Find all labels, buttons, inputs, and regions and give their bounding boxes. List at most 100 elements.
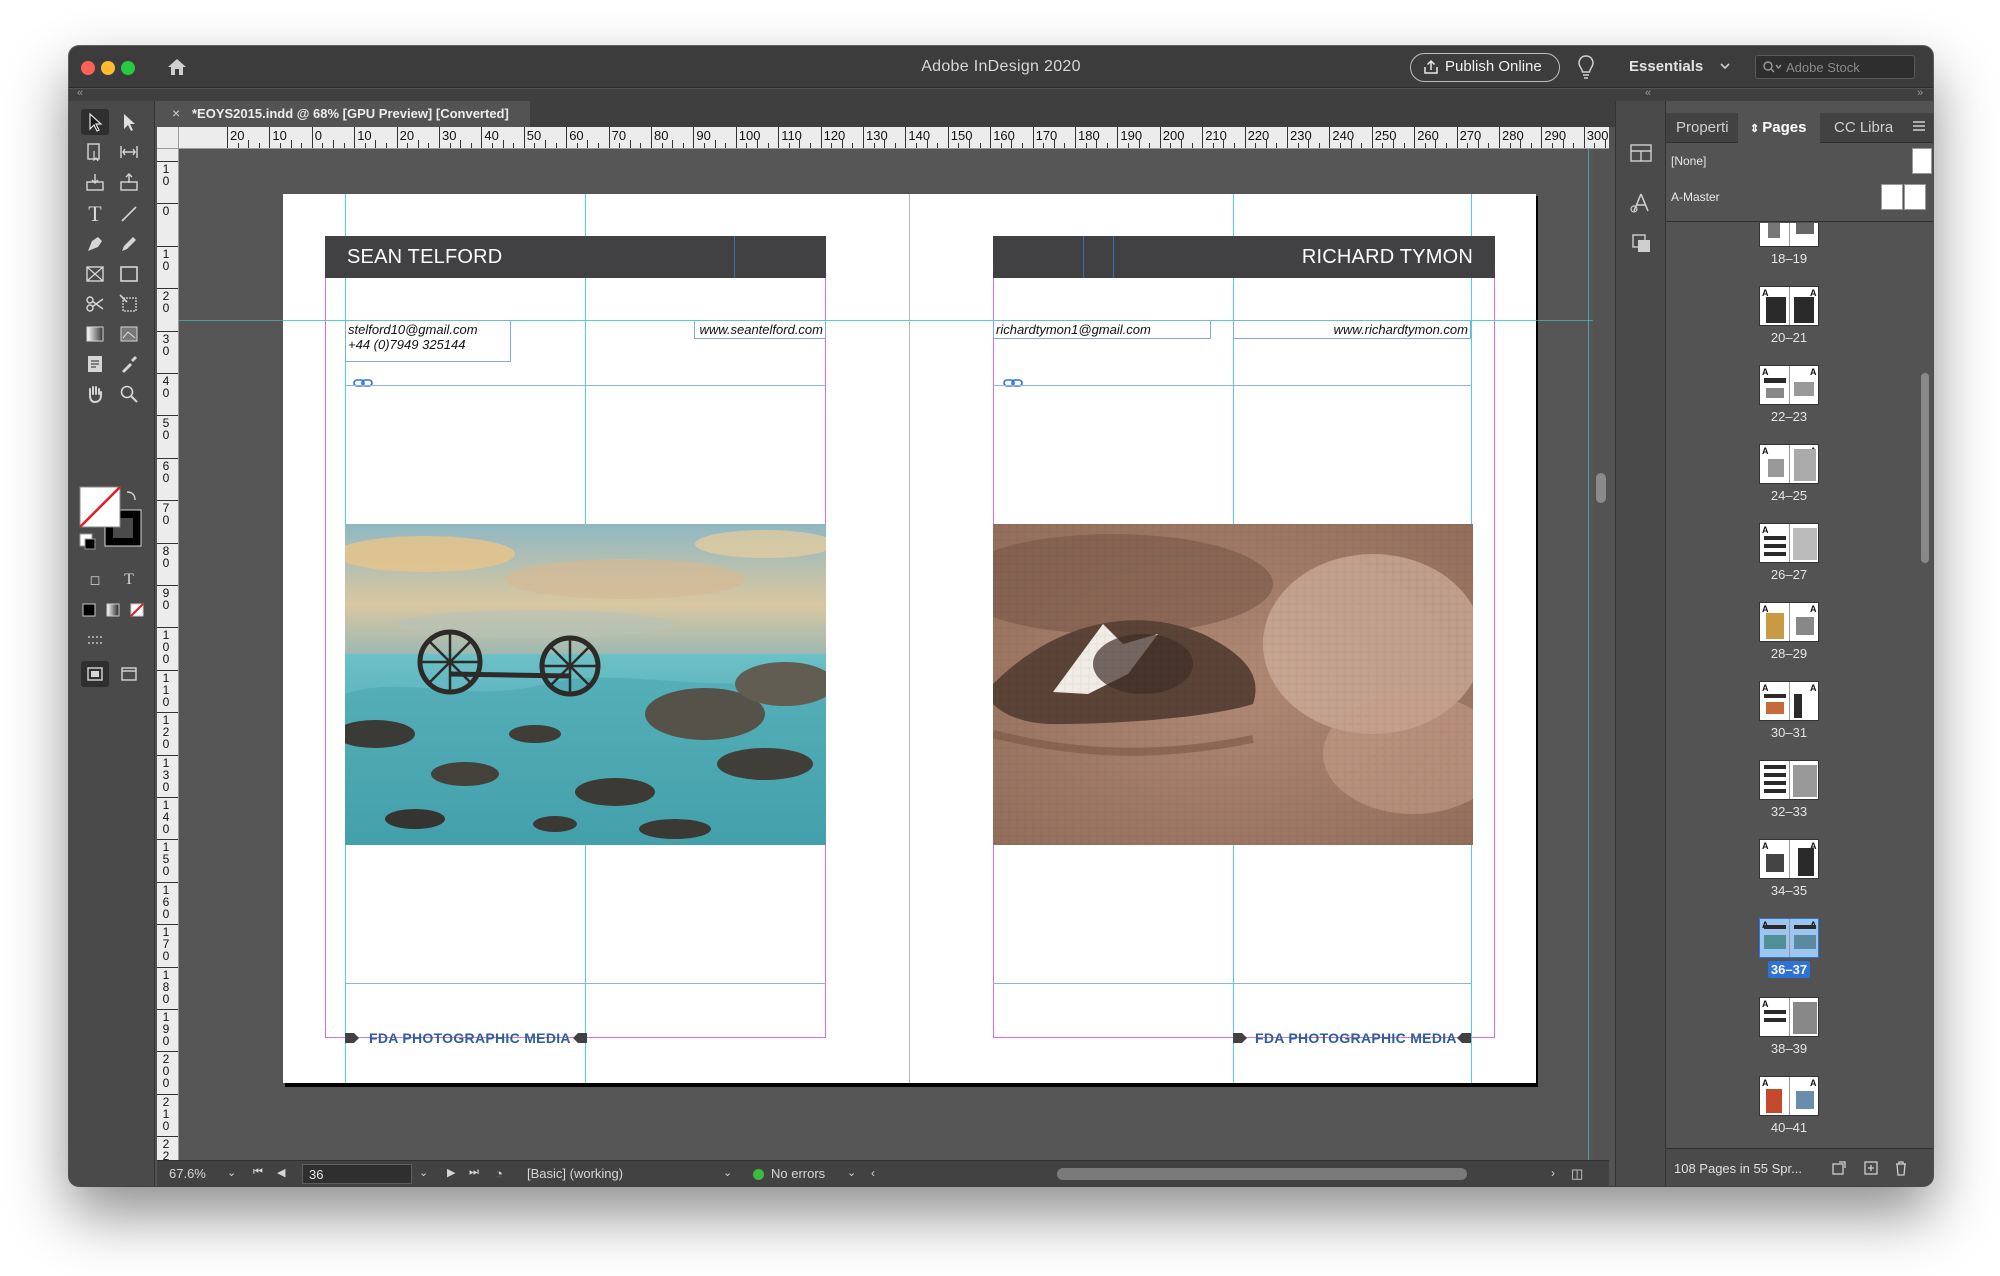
spread-40-41[interactable]: AA 40–41 xyxy=(1759,1076,1819,1146)
page-number-field[interactable]: 36 xyxy=(302,1164,412,1184)
chevron-down-icon[interactable] xyxy=(1719,60,1731,72)
horizontal-ruler[interactable]: 20 10 0 10 20 30 40 50 60 70 80 90 100 110 120 130 140 15… xyxy=(179,127,1609,149)
rectangle-tool-icon[interactable] xyxy=(115,261,143,287)
tab-cc-libraries[interactable]: CC Libra xyxy=(1820,113,1910,143)
link-icon[interactable] xyxy=(1003,377,1023,389)
error-status[interactable]: No errors xyxy=(771,1166,825,1181)
screen-mode-icon[interactable] xyxy=(115,661,143,687)
collapse-middle-icon[interactable]: « xyxy=(1645,87,1651,99)
apply-none-icon[interactable] xyxy=(123,597,151,623)
left-seascape-photo[interactable] xyxy=(345,524,826,845)
gradient-feather-tool-icon[interactable] xyxy=(115,321,143,347)
vertical-ruler[interactable]: 1001020304050607080901001101201301401501… xyxy=(157,149,179,1167)
content-placer-tool-icon[interactable] xyxy=(115,169,143,195)
spread-32-33[interactable]: 32–33 xyxy=(1759,760,1819,830)
zoom-level[interactable]: 67.6% xyxy=(169,1166,206,1181)
master-a-left-thumb[interactable] xyxy=(1881,184,1903,210)
master-a-right-thumb[interactable] xyxy=(1904,184,1926,210)
right-header-bar[interactable]: RICHARD TYMON xyxy=(993,236,1495,278)
pen-tool-icon[interactable] xyxy=(81,231,109,257)
vertical-scroll-thumb[interactable] xyxy=(1596,473,1606,503)
spread-18-19[interactable]: 18–19 xyxy=(1759,223,1819,277)
formatting-text-icon[interactable]: T xyxy=(115,567,143,593)
pages-scroll-thumb[interactable] xyxy=(1921,373,1929,563)
pages-list[interactable]: 18–19 AA 20–21 AA 22–23 AA 24–25 A 26–27… xyxy=(1666,223,1916,1148)
spread-22-23[interactable]: AA 22–23 xyxy=(1759,365,1819,435)
vertical-scrollbar[interactable] xyxy=(1593,149,1609,1167)
trash-icon[interactable] xyxy=(1892,1159,1910,1177)
scroll-left-icon[interactable]: ‹ xyxy=(871,1166,875,1180)
document-tab[interactable]: × *EOYS2015.indd @ 68% [GPU Preview] [Co… xyxy=(162,101,530,127)
last-spread-icon[interactable]: ⏭ xyxy=(469,1166,479,1179)
spread-30-31[interactable]: AA 30–31 xyxy=(1759,681,1819,751)
collapse-left-icon[interactable]: « xyxy=(77,87,83,99)
formatting-container-icon[interactable]: ◻ xyxy=(81,567,109,593)
spread-26-27[interactable]: A 26–27 xyxy=(1759,523,1819,593)
links-panel-icon[interactable] xyxy=(1627,229,1655,257)
hand-tool-icon[interactable] xyxy=(81,381,109,407)
split-window-icon[interactable]: ◫ xyxy=(1571,1166,1583,1182)
type-tool-icon[interactable]: T xyxy=(81,201,109,227)
page-menu-chevron-icon[interactable]: ⌄ xyxy=(419,1166,428,1179)
first-spread-icon[interactable]: ⏮ xyxy=(253,1166,263,1179)
new-page-icon[interactable] xyxy=(1862,1159,1880,1177)
spread-20-21[interactable]: AA 20–21 xyxy=(1759,286,1819,356)
rectangle-frame-tool-icon[interactable] xyxy=(81,261,109,287)
previous-page-icon[interactable]: ◀ xyxy=(277,1166,285,1179)
pencil-tool-icon[interactable] xyxy=(115,231,143,257)
expand-right-icon[interactable]: » xyxy=(1917,87,1923,99)
spread-34-35[interactable]: AA 34–35 xyxy=(1759,839,1819,909)
selection-tool-icon[interactable] xyxy=(81,109,109,135)
left-header-bar[interactable]: SEAN TELFORD xyxy=(325,236,826,278)
adobe-stock-search[interactable]: Adobe Stock xyxy=(1755,55,1915,79)
master-a[interactable]: A-Master xyxy=(1671,190,1720,204)
master-none[interactable]: [None] xyxy=(1671,154,1706,168)
ruler-origin[interactable] xyxy=(157,127,179,149)
pages-panel-scrollbar[interactable] xyxy=(1918,223,1932,1148)
gradient-swatch-tool-icon[interactable] xyxy=(81,321,109,347)
panel-menu-icon[interactable] xyxy=(1912,119,1926,133)
spread-28-29[interactable]: AA 28–29 xyxy=(1759,602,1819,672)
right-email-frame[interactable]: richardtymon1@gmail.com xyxy=(993,320,1211,339)
close-tab-icon[interactable]: × xyxy=(172,105,180,121)
fill-stroke-swatches[interactable] xyxy=(79,486,143,556)
profile-chevron-icon[interactable]: ⌄ xyxy=(723,1166,732,1179)
character-styles-icon[interactable] xyxy=(1627,189,1655,217)
properties-panel-icon[interactable] xyxy=(1627,139,1655,167)
spread-24-25[interactable]: AA 24–25 xyxy=(1759,444,1819,514)
zoom-chevron-icon[interactable]: ⌄ xyxy=(227,1166,236,1179)
errors-chevron-icon[interactable]: ⌄ xyxy=(847,1166,856,1179)
zoom-tool-icon[interactable] xyxy=(115,381,143,407)
free-transform-tool-icon[interactable] xyxy=(115,291,143,317)
note-tool-icon[interactable] xyxy=(81,351,109,377)
master-none-thumb[interactable] xyxy=(1912,148,1932,174)
preflight-profile[interactable]: [Basic] (working) xyxy=(527,1166,623,1181)
horizontal-scroll-thumb[interactable] xyxy=(1057,1168,1467,1180)
workspace-switcher[interactable]: Essentials xyxy=(1629,58,1703,75)
right-eye-closeup-photo[interactable] xyxy=(993,524,1473,845)
edit-page-size-icon[interactable] xyxy=(1830,1159,1848,1177)
document-spread[interactable]: SEAN TELFORD stelford10@gmail.com +44 (0… xyxy=(283,194,1536,1083)
tab-properties[interactable]: Properti xyxy=(1666,113,1738,143)
scroll-right-icon[interactable]: › xyxy=(1551,1166,1555,1180)
normal-view-mode-icon[interactable] xyxy=(81,661,109,687)
tab-pages[interactable]: ⇕ Pages xyxy=(1738,113,1820,143)
line-tool-icon[interactable] xyxy=(115,201,143,227)
spread-36-37[interactable]: AA 36–37 xyxy=(1759,918,1819,988)
spread-38-39[interactable]: A 38–39 xyxy=(1759,997,1819,1067)
left-contact-frame[interactable]: stelford10@gmail.com +44 (0)7949 325144 xyxy=(345,320,511,362)
frame-grid-icon[interactable] xyxy=(81,627,109,653)
scissors-tool-icon[interactable] xyxy=(81,291,109,317)
preflight-icon[interactable]: ◔ xyxy=(495,1166,503,1181)
content-collector-tool-icon[interactable] xyxy=(81,169,109,195)
publish-online-button[interactable]: Publish Online xyxy=(1410,53,1560,82)
eyedropper-tool-icon[interactable] xyxy=(115,351,143,377)
link-icon[interactable] xyxy=(353,377,373,389)
direct-selection-tool-icon[interactable] xyxy=(115,109,143,135)
left-website-frame[interactable]: www.seantelford.com xyxy=(694,320,826,339)
next-page-icon[interactable]: ▶ xyxy=(447,1166,455,1179)
gap-tool-icon[interactable] xyxy=(115,139,143,165)
right-website-frame[interactable]: www.richardtymon.com xyxy=(1233,320,1471,339)
pasteboard[interactable]: SEAN TELFORD stelford10@gmail.com +44 (0… xyxy=(179,149,1609,1167)
page-tool-icon[interactable] xyxy=(81,139,109,165)
